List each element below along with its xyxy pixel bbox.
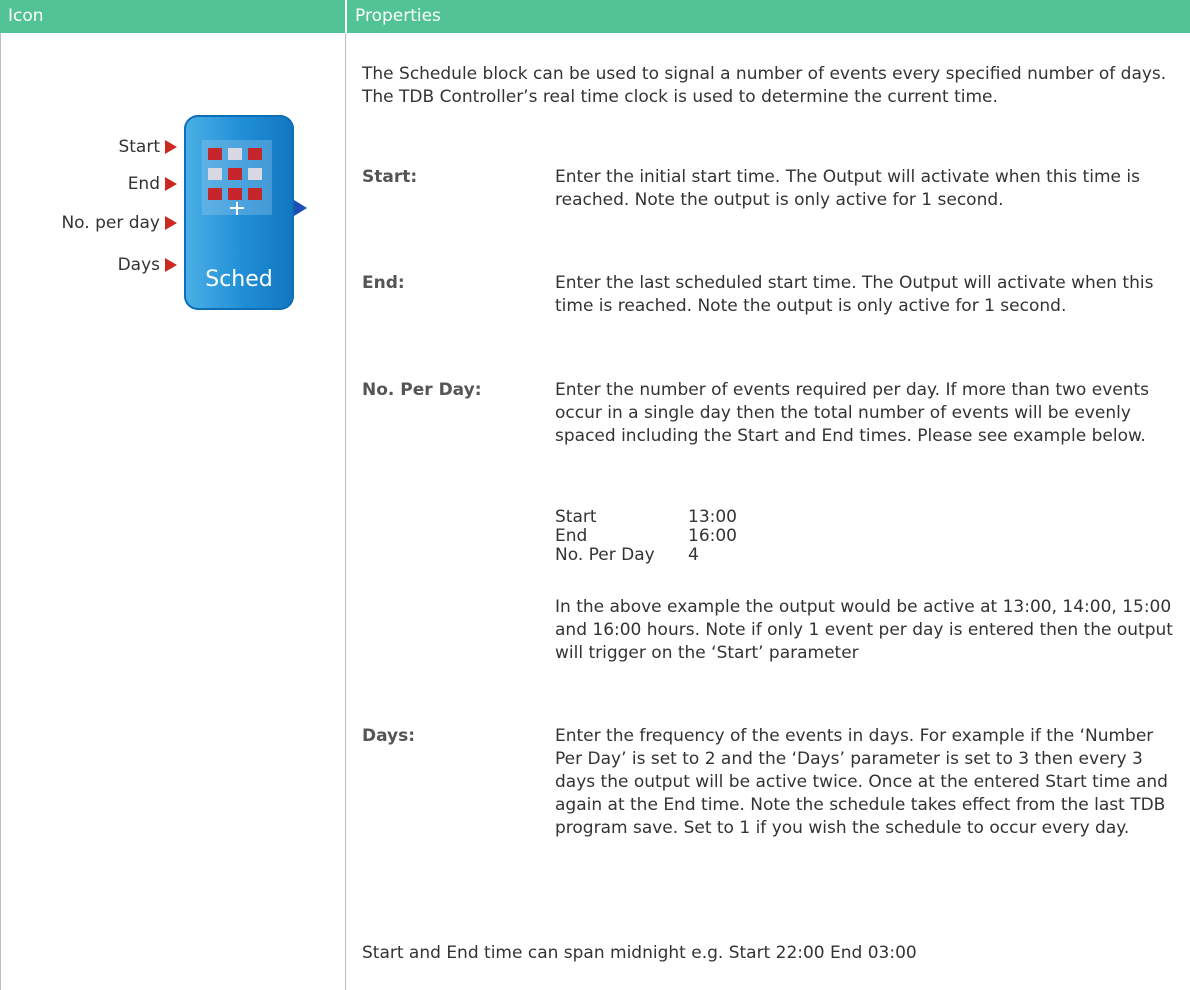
footer-note: Start and End time can span midnight e.g… [362,943,917,963]
example-value: 16:00 [688,526,737,546]
calendar-grid-icon [202,140,272,215]
example-key: Start [555,507,597,527]
port-label-days: Days [117,255,160,275]
example-note: In the above example the output would be… [555,597,1173,663]
table-column-divider [345,33,346,990]
port-arrow-days-icon [165,258,177,272]
example-row: No. Per Day 4 [555,546,699,564]
block-label: Sched [205,267,273,292]
document-page: Icon Properties Start End No. per day Da… [0,0,1190,990]
port-arrow-end-icon [165,177,177,191]
port-arrow-no-per-day-icon [165,216,177,230]
example-value: 13:00 [688,507,737,527]
port-label-end: End [127,174,160,194]
param-label-no-per-day: No. Per Day: [362,380,482,400]
param-text-start: Enter the initial start time. The Output… [555,167,1140,210]
param-text-days: Enter the frequency of the events in day… [555,726,1168,838]
param-label-days: Days: [362,726,416,746]
sched-block-body: Sched [184,115,294,310]
port-label-no-per-day: No. per day [61,213,160,233]
example-value: 4 [688,545,699,565]
port-label-start: Start [118,137,160,157]
param-label-end: End: [362,273,405,293]
param-text-no-per-day: Enter the number of events required per … [555,380,1150,446]
param-label-start: Start: [362,167,418,187]
port-arrow-start-icon [165,140,177,154]
table-left-border [0,33,1,990]
example-key: No. Per Day [555,545,655,565]
param-text-end: Enter the last scheduled start time. The… [555,273,1154,316]
example-key: End [555,526,588,546]
header-properties-column: Properties [347,0,1190,33]
example-row: End 16:00 [555,527,737,545]
header-icon-column: Icon [0,0,345,33]
intro-paragraph: The Schedule block can be used to signal… [362,64,1167,107]
example-row: Start 13:00 [555,508,737,526]
output-arrow-icon [294,200,307,216]
